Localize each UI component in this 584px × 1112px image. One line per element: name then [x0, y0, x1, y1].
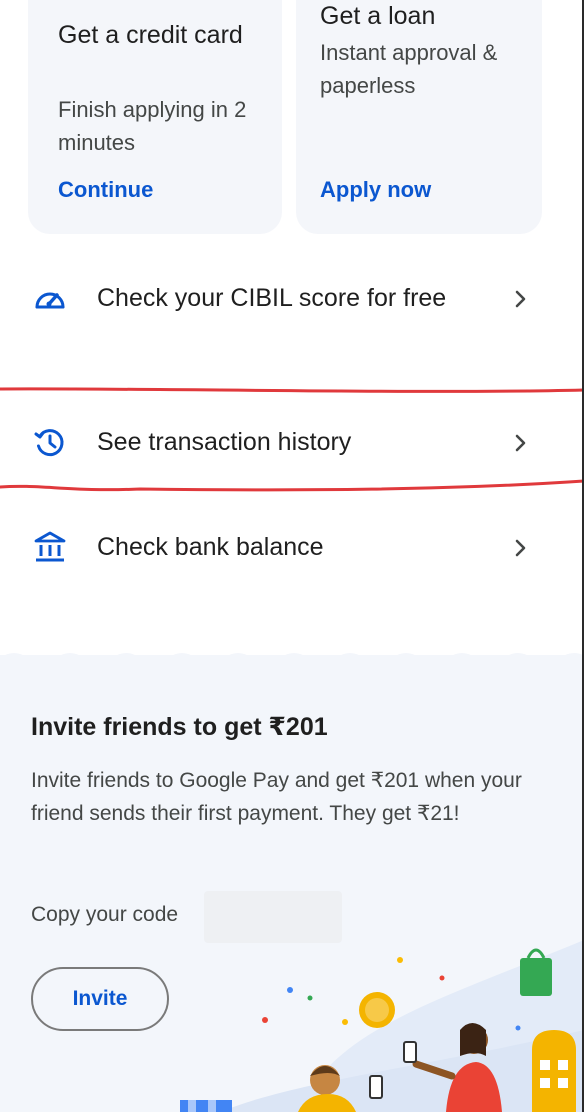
chevron-right-icon	[515, 539, 526, 557]
bank-balance-label: Check bank balance	[97, 533, 324, 561]
history-icon	[34, 429, 64, 457]
invite-description: Invite friends to Google Pay and get ₹20…	[31, 769, 522, 825]
invite-title: Invite friends to get ₹201	[31, 713, 328, 741]
invite-button[interactable]: Invite	[31, 967, 169, 1031]
copy-code-label: Copy your code	[31, 903, 179, 926]
bank-icon	[34, 531, 66, 562]
speedometer-icon	[35, 292, 65, 309]
apply-now-link[interactable]: Apply now	[320, 177, 431, 203]
google-pay-screen: Get a credit card Finish applying in 2 m…	[0, 0, 584, 1112]
chevron-right-icon	[515, 434, 526, 452]
transaction-history-row[interactable]: See transaction history	[0, 420, 584, 470]
wave-divider	[0, 653, 584, 670]
loan-offer-card[interactable]: Get a loan Instant approval & paperless …	[296, 0, 542, 234]
chevron-right-icon	[515, 290, 526, 308]
bank-balance-row[interactable]: Check bank balance	[0, 525, 584, 575]
continue-link[interactable]: Continue	[58, 177, 153, 203]
loan-title: Get a loan	[320, 2, 436, 30]
credit-card-offer-card[interactable]: Get a credit card Finish applying in 2 m…	[28, 0, 282, 234]
credit-card-subtitle: Finish applying in 2 minutes	[58, 97, 247, 155]
credit-card-title: Get a credit card	[58, 21, 243, 49]
cibil-score-row[interactable]: Check your CIBIL score for free	[0, 272, 584, 372]
cibil-score-label: Check your CIBIL score for free	[97, 284, 447, 312]
loan-subtitle: Instant approval & paperless	[320, 40, 498, 98]
transaction-history-label: See transaction history	[97, 428, 352, 456]
invite-illustration	[180, 940, 584, 1112]
